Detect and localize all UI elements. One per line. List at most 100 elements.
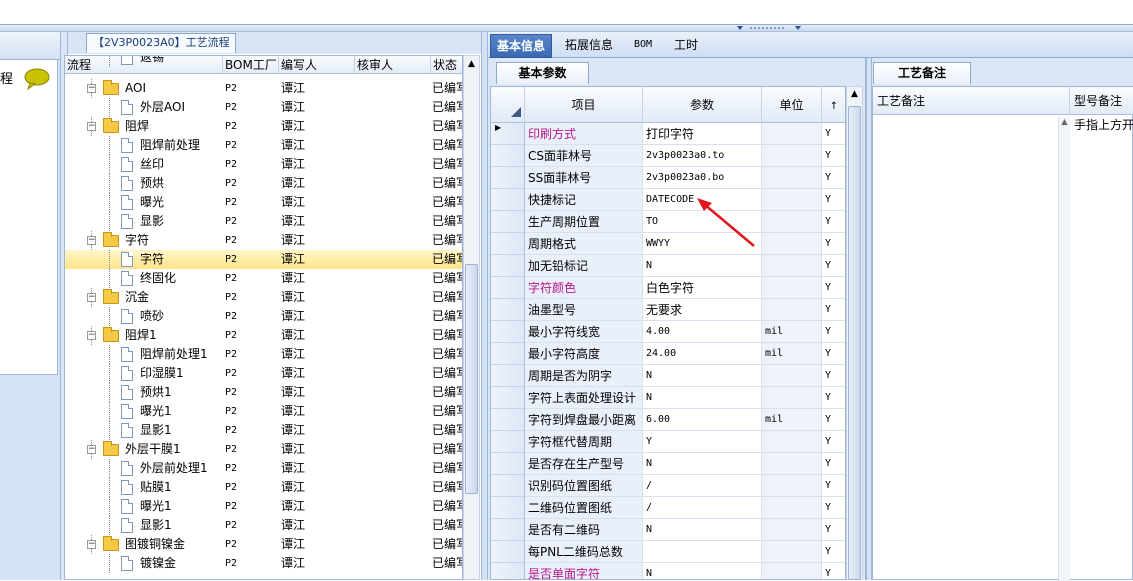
param-flag[interactable]: Y <box>822 255 845 277</box>
param-flag[interactable]: Y <box>822 343 845 365</box>
tree-row[interactable]: 预烘1 P2 谭江 已编写 <box>65 383 462 402</box>
col-unit[interactable]: 单位 <box>762 87 822 123</box>
param-row[interactable]: CS面菲林号 2v3p0023a0.to Y <box>491 145 845 167</box>
param-row[interactable]: 每PNL二维码总数 Y <box>491 541 845 563</box>
param-row[interactable]: 周期是否为阴字 N Y <box>491 365 845 387</box>
select-all-corner[interactable] <box>491 87 525 123</box>
tree-row[interactable]: 外层AOI P2 谭江 已编写 <box>65 98 462 117</box>
param-flag[interactable]: Y <box>822 519 845 541</box>
row-header[interactable] <box>491 365 525 387</box>
row-header[interactable] <box>491 321 525 343</box>
splitter-grip-icon[interactable] <box>737 25 801 31</box>
row-header[interactable] <box>491 519 525 541</box>
row-header[interactable] <box>491 233 525 255</box>
param-row[interactable]: 是否单面字符 N Y <box>491 563 845 579</box>
row-header[interactable] <box>491 189 525 211</box>
param-flag[interactable]: Y <box>822 233 845 255</box>
param-value[interactable]: / <box>643 497 762 519</box>
param-value[interactable]: N <box>643 453 762 475</box>
tree-row[interactable]: 终固化 P2 谭江 已编写 <box>65 269 462 288</box>
collapse-toggle-icon[interactable]: − <box>87 331 96 340</box>
param-row[interactable]: 字符到焊盘最小距离 6.00 mil Y <box>491 409 845 431</box>
param-flag[interactable]: Y <box>822 321 845 343</box>
param-row[interactable]: 是否有二维码 N Y <box>491 519 845 541</box>
row-header[interactable] <box>491 387 525 409</box>
param-value[interactable]: 打印字符 <box>643 123 762 145</box>
row-header[interactable] <box>491 453 525 475</box>
param-row[interactable]: 快捷标记 DATECODE Y <box>491 189 845 211</box>
tab-basic-info[interactable]: 基本信息 <box>490 34 553 58</box>
tree-row[interactable]: 丝印 P2 谭江 已编写 <box>65 155 462 174</box>
row-header[interactable] <box>491 497 525 519</box>
tree-row[interactable]: − AOI P2 谭江 已编写 <box>65 79 462 98</box>
param-row[interactable]: 周期格式 WWYY Y <box>491 233 845 255</box>
param-flag[interactable]: Y <box>822 299 845 321</box>
param-flag[interactable]: Y <box>822 277 845 299</box>
row-header[interactable] <box>491 409 525 431</box>
tree-row[interactable]: 返锡 <box>65 56 462 67</box>
tree-row[interactable]: 曝光 P2 谭江 已编写 <box>65 193 462 212</box>
tab-process-remarks[interactable]: 工艺备注 <box>873 62 971 84</box>
tab-basic-params[interactable]: 基本参数 <box>496 62 589 84</box>
row-header[interactable] <box>491 145 525 167</box>
row-header[interactable]: ▶ <box>491 123 525 145</box>
collapse-toggle-icon[interactable]: − <box>87 445 96 454</box>
tree-row[interactable]: 显影 P2 谭江 已编写 <box>65 212 462 231</box>
param-row[interactable]: 字符上表面处理设计 N Y <box>491 387 845 409</box>
tree-row[interactable]: 字符 P2 谭江 已编写 <box>65 250 462 269</box>
row-header[interactable] <box>491 255 525 277</box>
param-value[interactable]: / <box>643 475 762 497</box>
tree-row[interactable]: 阻焊前处理 P2 谭江 已编写 <box>65 136 462 155</box>
param-row[interactable]: 最小字符高度 24.00 mil Y <box>491 343 845 365</box>
tab-work-hours[interactable]: 工时 <box>668 34 704 58</box>
param-flag[interactable]: Y <box>822 211 845 233</box>
param-value[interactable]: Y <box>643 431 762 453</box>
param-row[interactable]: 油墨型号 无要求 Y <box>491 299 845 321</box>
param-flag[interactable]: Y <box>822 541 845 563</box>
tree-row[interactable]: 贴膜1 P2 谭江 已编写 <box>65 478 462 497</box>
param-value[interactable]: N <box>643 255 762 277</box>
param-flag[interactable]: Y <box>822 123 845 145</box>
row-header[interactable] <box>491 475 525 497</box>
col-item[interactable]: 项目 <box>525 87 643 123</box>
param-value[interactable]: N <box>643 519 762 541</box>
param-flag[interactable]: Y <box>822 431 845 453</box>
param-flag[interactable]: Y <box>822 409 845 431</box>
param-flag[interactable]: Y <box>822 387 845 409</box>
param-row[interactable]: 最小字符线宽 4.00 mil Y <box>491 321 845 343</box>
tree-scroll-thumb[interactable] <box>465 264 478 494</box>
params-scroll-up-icon[interactable]: ▲ <box>848 89 861 103</box>
middle-splitter[interactable] <box>481 32 488 580</box>
param-value[interactable]: 白色字符 <box>643 277 762 299</box>
param-row[interactable]: 是否存在生产型号 N Y <box>491 453 845 475</box>
collapse-toggle-icon[interactable]: − <box>87 122 96 131</box>
top-splitter[interactable] <box>0 24 1133 32</box>
param-value[interactable]: N <box>643 365 762 387</box>
collapse-toggle-icon[interactable]: − <box>87 236 96 245</box>
tree-row[interactable]: 预烘 P2 谭江 已编写 <box>65 174 462 193</box>
param-row[interactable]: 识别码位置图纸 / Y <box>491 475 845 497</box>
tree-row[interactable]: − 阻焊1 P2 谭江 已编写 <box>65 326 462 345</box>
param-flag[interactable]: Y <box>822 475 845 497</box>
row-header[interactable] <box>491 563 525 579</box>
tree-row[interactable]: 显影1 P2 谭江 已编写 <box>65 421 462 440</box>
param-value[interactable]: N <box>643 563 762 579</box>
param-row[interactable]: ▶ 印刷方式 打印字符 Y <box>491 123 845 145</box>
tree-row[interactable]: 阻焊前处理1 P2 谭江 已编写 <box>65 345 462 364</box>
param-flag[interactable]: Y <box>822 365 845 387</box>
col-param[interactable]: 参数 <box>643 87 762 123</box>
param-row[interactable]: 字符框代替周期 Y Y <box>491 431 845 453</box>
row-header[interactable] <box>491 541 525 563</box>
param-row[interactable]: SS面菲林号 2v3p0023a0.bo Y <box>491 167 845 189</box>
param-flag[interactable]: Y <box>822 497 845 519</box>
tree-row[interactable]: 喷砂 P2 谭江 已编写 <box>65 307 462 326</box>
row-header[interactable] <box>491 167 525 189</box>
param-value[interactable]: 24.00 <box>643 343 762 365</box>
param-flag[interactable]: Y <box>822 145 845 167</box>
params-scroll-thumb[interactable] <box>848 106 861 580</box>
tree-row[interactable]: 印湿膜1 P2 谭江 已编写 <box>65 364 462 383</box>
row-header[interactable] <box>491 211 525 233</box>
col-model-remark[interactable]: 型号备注 <box>1070 87 1133 115</box>
param-value[interactable]: 6.00 <box>643 409 762 431</box>
scroll-up-icon[interactable]: ▲ <box>465 57 478 71</box>
